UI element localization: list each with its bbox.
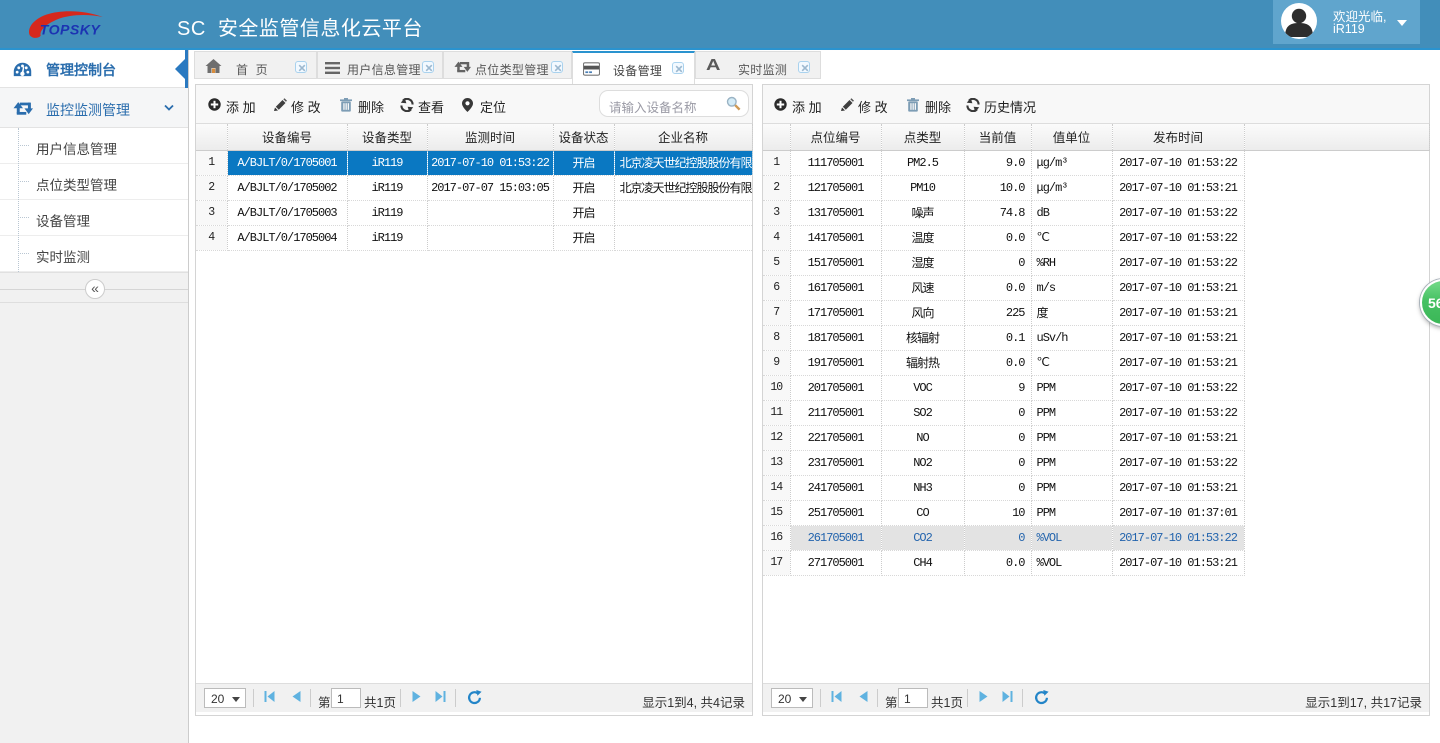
svg-text:TOPSKY: TOPSKY (40, 21, 102, 37)
